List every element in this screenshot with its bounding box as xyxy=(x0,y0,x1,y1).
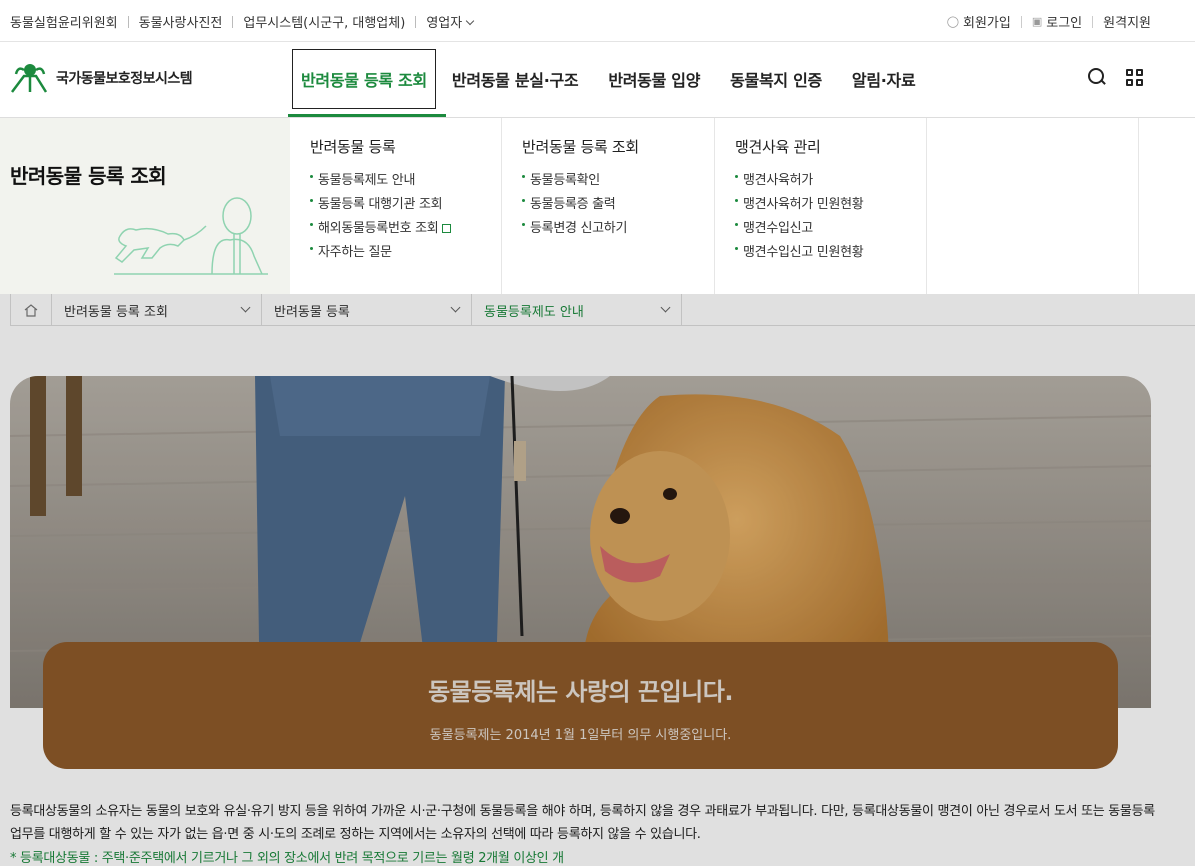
signup-link[interactable]: 회원가입 xyxy=(963,12,1011,31)
menu-item-registration-guide[interactable]: 동물등록제도 안내 xyxy=(310,169,501,193)
breadcrumb-level-2[interactable]: 반려동물 등록 xyxy=(262,294,472,326)
remote-support-link[interactable]: 원격지원 xyxy=(1103,12,1151,31)
chevron-down-icon xyxy=(660,302,671,312)
breadcrumb-level-3[interactable]: 동물등록제도 안내 xyxy=(472,294,682,326)
home-icon[interactable] xyxy=(10,294,52,326)
logo-text: 국가동물보호정보시스템 xyxy=(56,71,193,87)
chevron-down-icon xyxy=(465,16,475,26)
utility-left-links: 동물실험윤리위원회 동물사랑사진전 업무시스템(시군구, 대행업체) 영업자 xyxy=(10,12,475,31)
mega-menu-title: 반려동물 등록 조회 xyxy=(10,164,167,188)
chevron-down-icon xyxy=(240,302,251,312)
breadcrumb-level-1[interactable]: 반려동물 등록 조회 xyxy=(52,294,262,326)
menu-item-overseas-label: 해외동물등록번호 조회 xyxy=(318,221,439,236)
site-logo[interactable]: 국가동물보호정보시스템 xyxy=(10,62,193,94)
menu-item-permit-status[interactable]: 맹견사육허가 민원현황 xyxy=(735,193,926,217)
search-icon[interactable] xyxy=(1088,68,1106,86)
global-nav: 반려동물 등록 조회 반려동물 분실·구조 반려동물 입양 동물복지 인증 알림… xyxy=(292,49,945,109)
promo-banner: 동물등록제는 사랑의 끈입니다. 동물등록제는 2014년 1월 1일부터 의무… xyxy=(43,642,1118,769)
grid-menu-icon[interactable] xyxy=(1126,68,1143,86)
menu-item-breeding-permit[interactable]: 맹견사육허가 xyxy=(735,169,926,193)
link-business[interactable]: 영업자 xyxy=(426,12,475,31)
page-content: 반려동물 등록 조회 반려동물 등록 동물등록제도 안내 동물등록제는 사랑의 … xyxy=(0,294,1195,866)
utility-bar: 동물실험윤리위원회 동물사랑사진전 업무시스템(시군구, 대행업체) 영업자 ◯… xyxy=(0,0,1195,42)
menu-item-import-status[interactable]: 맹견수입신고 민원현황 xyxy=(735,241,926,265)
menu-item-registration-check[interactable]: 동물등록확인 xyxy=(522,169,714,193)
breadcrumb: 반려동물 등록 조회 반려동물 등록 동물등록제도 안내 xyxy=(10,294,1195,326)
nav-welfare-cert[interactable]: 동물복지 인증 xyxy=(730,49,822,109)
nav-notice-data[interactable]: 알림·자료 xyxy=(852,49,916,109)
mega-column-registration: 반려동물 등록 동물등록제도 안내 동물등록 대행기관 조회 해외동물등록번호 … xyxy=(290,118,502,294)
header-icons xyxy=(1088,68,1143,86)
menu-item-faq[interactable]: 자주하는 질문 xyxy=(310,241,501,265)
mega-column-empty xyxy=(927,118,1139,294)
menu-item-change-report[interactable]: 등록변경 신고하기 xyxy=(522,217,714,241)
external-link-icon xyxy=(442,224,452,233)
main-header: 국가동물보호정보시스템 반려동물 등록 조회 반려동물 분실·구조 반려동물 입… xyxy=(0,42,1195,118)
registration-target-note: * 등록대상동물 : 주택·준주택에서 기르거나 그 외의 장소에서 반려 목적… xyxy=(10,851,564,866)
nav-pet-registration[interactable]: 반려동물 등록 조회 xyxy=(292,49,436,109)
menu-item-overseas-number[interactable]: 해외동물등록번호 조회 xyxy=(310,217,501,241)
logo-icon xyxy=(11,64,48,93)
menu-item-import-report[interactable]: 맹견수입신고 xyxy=(735,217,926,241)
link-photo-contest[interactable]: 동물사랑사진전 xyxy=(139,12,223,31)
breadcrumb-label: 반려동물 등록 xyxy=(274,304,350,320)
link-business-label: 영업자 xyxy=(426,16,463,31)
mega-column-lookup: 반려동물 등록 조회 동물등록확인 동물등록증 출력 등록변경 신고하기 xyxy=(502,118,715,294)
mega-column-title: 반려동물 등록 조회 xyxy=(522,138,639,156)
link-work-system[interactable]: 업무시스템(시군구, 대행업체) xyxy=(243,12,405,31)
menu-item-certificate-print[interactable]: 동물등록증 출력 xyxy=(522,193,714,217)
chevron-down-icon xyxy=(450,302,461,312)
mega-column-dangerous-dog: 맹견사육 관리 맹견사육허가 맹견사육허가 민원현황 맹견수입신고 맹견수입신고… xyxy=(715,118,927,294)
mega-menu: 반려동물 등록 조회 반려동물 등록 동물등록제도 안내 동물등록 대행기관 조… xyxy=(0,118,1195,294)
divider xyxy=(127,15,129,28)
active-nav-underline xyxy=(288,114,446,117)
divider xyxy=(415,15,417,28)
lock-icon: ▣ xyxy=(1031,15,1043,28)
divider xyxy=(1092,15,1094,28)
registration-description: 등록대상동물의 소유자는 동물의 보호와 유실·유기 방지 등을 위하여 가까운… xyxy=(10,804,1155,842)
user-icon: ◯ xyxy=(946,15,960,28)
mega-menu-side: 반려동물 등록 조회 xyxy=(0,118,290,294)
breadcrumb-label: 반려동물 등록 조회 xyxy=(64,304,168,320)
utility-right-links: ◯ 회원가입 ▣ 로그인 원격지원 xyxy=(947,12,1151,31)
menu-item-agency-search[interactable]: 동물등록 대행기관 조회 xyxy=(310,193,501,217)
banner-title: 동물등록제는 사랑의 끈입니다. xyxy=(428,678,733,706)
mega-column-title: 반려동물 등록 xyxy=(310,138,396,156)
divider xyxy=(232,15,234,28)
login-link[interactable]: 로그인 xyxy=(1046,12,1082,31)
banner-subtitle: 동물등록제는 2014년 1월 1일부터 의무 시행중입니다. xyxy=(429,728,732,743)
breadcrumb-label: 동물등록제도 안내 xyxy=(484,304,584,320)
divider xyxy=(1020,15,1022,28)
mega-column-title: 맹견사육 관리 xyxy=(735,138,821,156)
nav-lost-rescue[interactable]: 반려동물 분실·구조 xyxy=(452,49,579,109)
dog-walk-illustration xyxy=(114,197,268,275)
nav-adoption[interactable]: 반려동물 입양 xyxy=(608,49,700,109)
link-animal-ethics[interactable]: 동물실험윤리위원회 xyxy=(10,12,118,31)
